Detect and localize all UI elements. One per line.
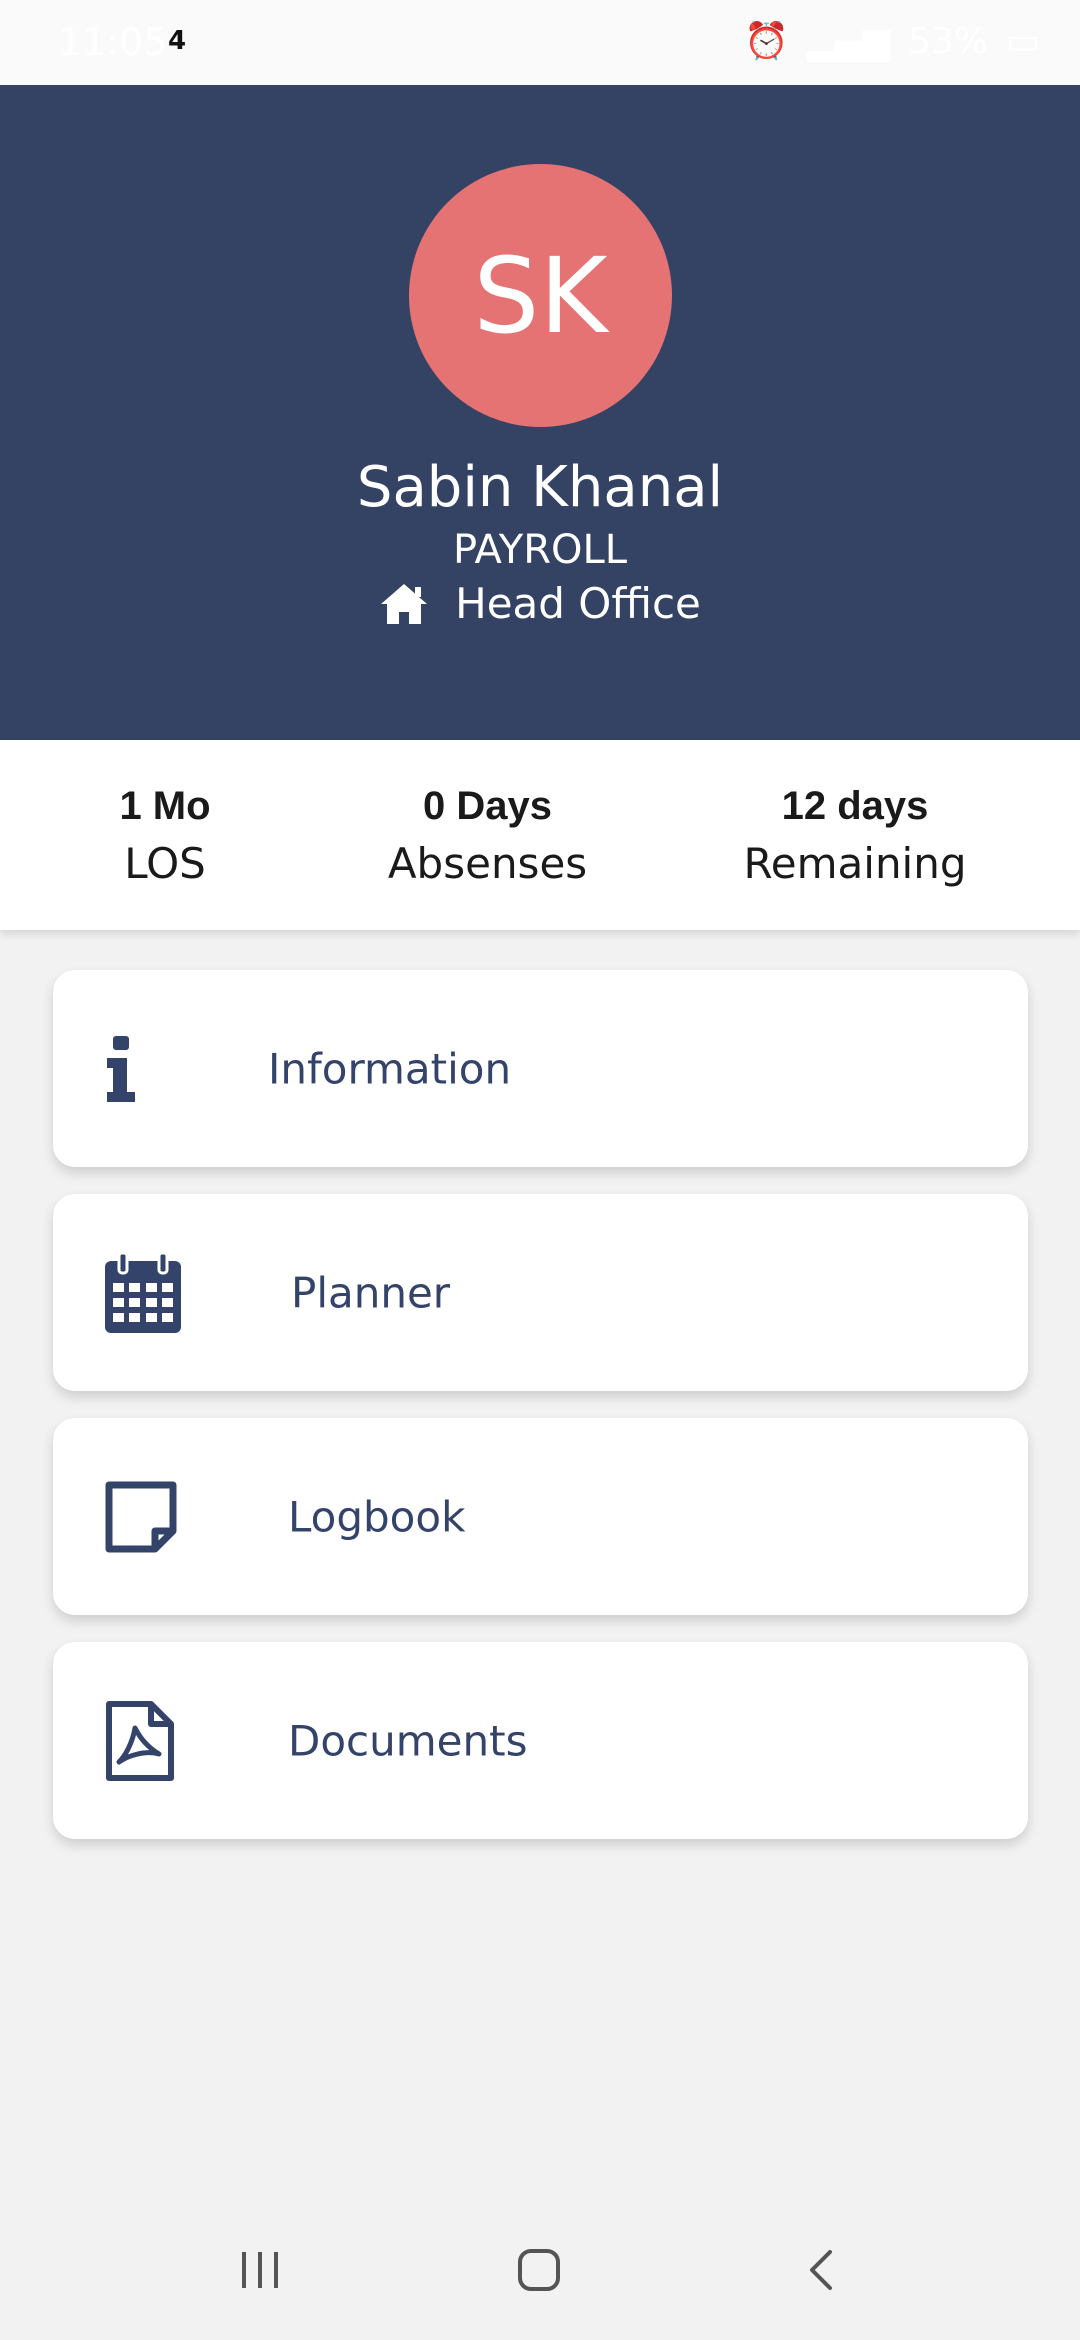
stat-label: LOS	[124, 839, 206, 888]
stat-los: 1 Mo LOS	[75, 784, 255, 888]
stat-value: 12 days	[781, 784, 929, 828]
office-name: Head Office	[455, 579, 701, 628]
stat-value: 0 Days	[423, 784, 552, 828]
stat-label: Remaining	[743, 839, 967, 888]
menu-item-label: Information	[268, 1044, 512, 1093]
menu-item-planner[interactable]: Planner	[53, 1194, 1028, 1391]
recent-apps-icon[interactable]	[238, 2248, 282, 2292]
home-icon	[381, 583, 428, 624]
menu-item-label: Documents	[288, 1716, 528, 1765]
status-time: 11:05	[58, 20, 168, 64]
stat-value: 1 Mo	[119, 784, 211, 828]
user-role: PAYROLL	[452, 527, 628, 573]
avatar: SK	[409, 164, 672, 427]
user-office: Head Office	[0, 579, 1080, 628]
profile-header: SK Sabin Khanal PAYROLL Head Office	[0, 85, 1080, 740]
navigation-bar	[0, 2200, 1080, 2340]
notification-count: 4	[168, 26, 187, 56]
menu-item-label: Planner	[291, 1268, 451, 1317]
info-icon	[107, 1035, 135, 1102]
stat-remaining: 12 days Remaining	[740, 784, 970, 888]
menu-item-logbook[interactable]: Logbook	[53, 1418, 1028, 1615]
calendar-icon	[105, 1252, 181, 1333]
home-button-icon[interactable]	[517, 2248, 561, 2292]
alarm-icon: ⏰	[744, 21, 789, 62]
battery-level: 53%	[907, 20, 988, 62]
status-bar: 11:05 4 ⏰ ▂▄▆ 53% ▭	[0, 0, 1080, 85]
status-right: ⏰ ▂▄▆ 53% ▭	[744, 20, 1040, 63]
stat-label: Absenses	[387, 839, 588, 888]
menu-item-documents[interactable]: Documents	[53, 1642, 1028, 1839]
stats-panel: 1 Mo LOS 0 Days Absenses 12 days Remaini…	[0, 740, 1080, 930]
back-icon[interactable]	[800, 2248, 844, 2292]
wifi-signal-icon: ▂▄▆	[806, 20, 890, 62]
stat-absences: 0 Days Absenses	[380, 784, 595, 888]
sticky-note-icon	[105, 1481, 177, 1552]
user-name: Sabin Khanal	[356, 455, 724, 520]
battery-icon: ▭	[1005, 20, 1040, 62]
menu-item-information[interactable]: Information	[53, 970, 1028, 1167]
pdf-file-icon	[106, 1700, 174, 1781]
menu-item-label: Logbook	[288, 1492, 466, 1541]
